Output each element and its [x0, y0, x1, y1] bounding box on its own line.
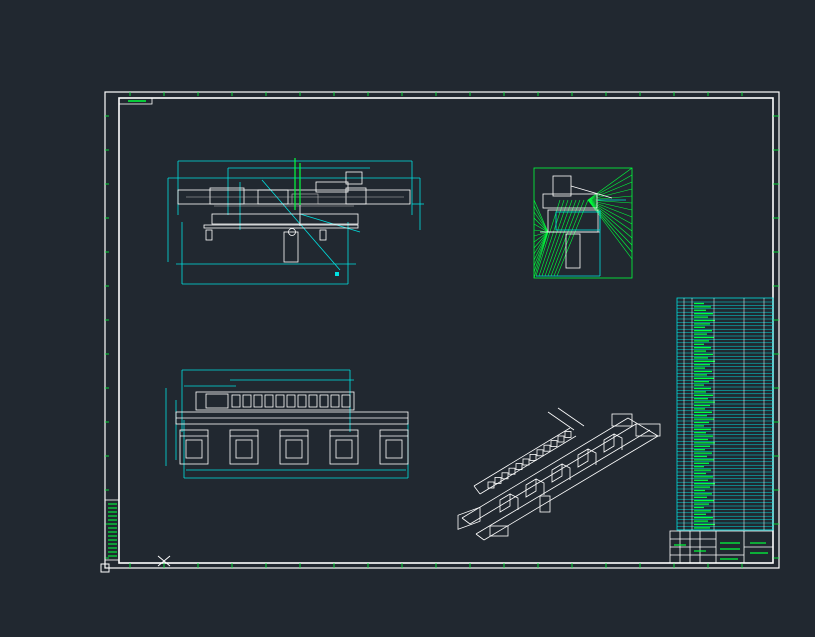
iso-link	[515, 463, 523, 471]
chain-link	[242, 394, 252, 408]
bracket-inner	[185, 439, 203, 459]
chain-link	[319, 394, 329, 408]
side-view-frame	[533, 167, 633, 279]
iso-link	[550, 440, 558, 448]
chain-link	[341, 394, 351, 408]
bracket	[279, 429, 309, 465]
bracket	[229, 429, 259, 465]
side-hatch-line	[587, 199, 633, 260]
drawing-canvas[interactable]	[0, 0, 815, 637]
iso-brackets	[499, 433, 623, 513]
side-hatch-line	[587, 199, 633, 246]
bracket-inner	[235, 439, 253, 459]
bom-table[interactable]	[676, 297, 774, 531]
side-hatch-line	[587, 167, 633, 201]
bracket-inner	[335, 439, 353, 459]
chain-link	[308, 394, 318, 408]
iso-bracket	[525, 478, 545, 498]
front-view-dimensions	[167, 160, 424, 285]
drawing-frame	[104, 91, 780, 569]
front-view[interactable]	[167, 158, 424, 285]
chain-link	[264, 394, 274, 408]
side-view[interactable]	[533, 167, 633, 279]
iso-link	[522, 458, 530, 466]
title-block[interactable]	[669, 530, 774, 564]
iso-rails	[461, 407, 659, 541]
top-view-parts	[175, 391, 409, 425]
side-hatch-line	[550, 199, 581, 277]
side-hatch-line	[587, 174, 633, 201]
chain-link	[253, 394, 263, 408]
iso-link	[543, 444, 551, 452]
chain-link	[330, 394, 340, 408]
front-view-leader-dot	[335, 272, 339, 276]
iso-bracket	[603, 433, 623, 453]
side-view-parts	[540, 175, 613, 269]
bracket	[329, 429, 359, 465]
side-view-cyan	[536, 199, 626, 277]
side-hatch-line	[533, 211, 549, 233]
iso-link	[557, 435, 565, 443]
front-view-green	[294, 158, 301, 210]
bracket	[379, 429, 409, 465]
cad-drawing-viewport[interactable]	[0, 0, 815, 637]
isometric-view[interactable]	[457, 407, 661, 541]
side-hatch-line	[547, 199, 577, 277]
frame-zone-ticks	[105, 92, 779, 568]
iso-bracket	[499, 493, 519, 513]
side-view-hatch-lines	[533, 167, 633, 279]
chain-link	[275, 394, 285, 408]
iso-link	[494, 476, 502, 484]
side-hatch-line	[556, 199, 589, 277]
bracket-inner	[285, 439, 303, 459]
chain-link	[286, 394, 296, 408]
top-view-chain-links	[231, 394, 351, 408]
side-hatch-line	[533, 199, 549, 233]
bom-table-rows	[677, 301, 773, 531]
chain-link	[231, 394, 241, 408]
chain-link	[297, 394, 307, 408]
bracket-inner	[385, 439, 403, 459]
iso-link	[536, 449, 544, 457]
top-view[interactable]	[165, 369, 409, 479]
iso-link	[564, 430, 572, 438]
iso-end-parts	[457, 413, 661, 537]
side-hatch-line	[587, 188, 633, 201]
top-view-brackets	[179, 429, 409, 465]
side-hatch-line	[587, 195, 633, 201]
iso-link	[529, 453, 537, 461]
revision-strip	[104, 499, 120, 561]
